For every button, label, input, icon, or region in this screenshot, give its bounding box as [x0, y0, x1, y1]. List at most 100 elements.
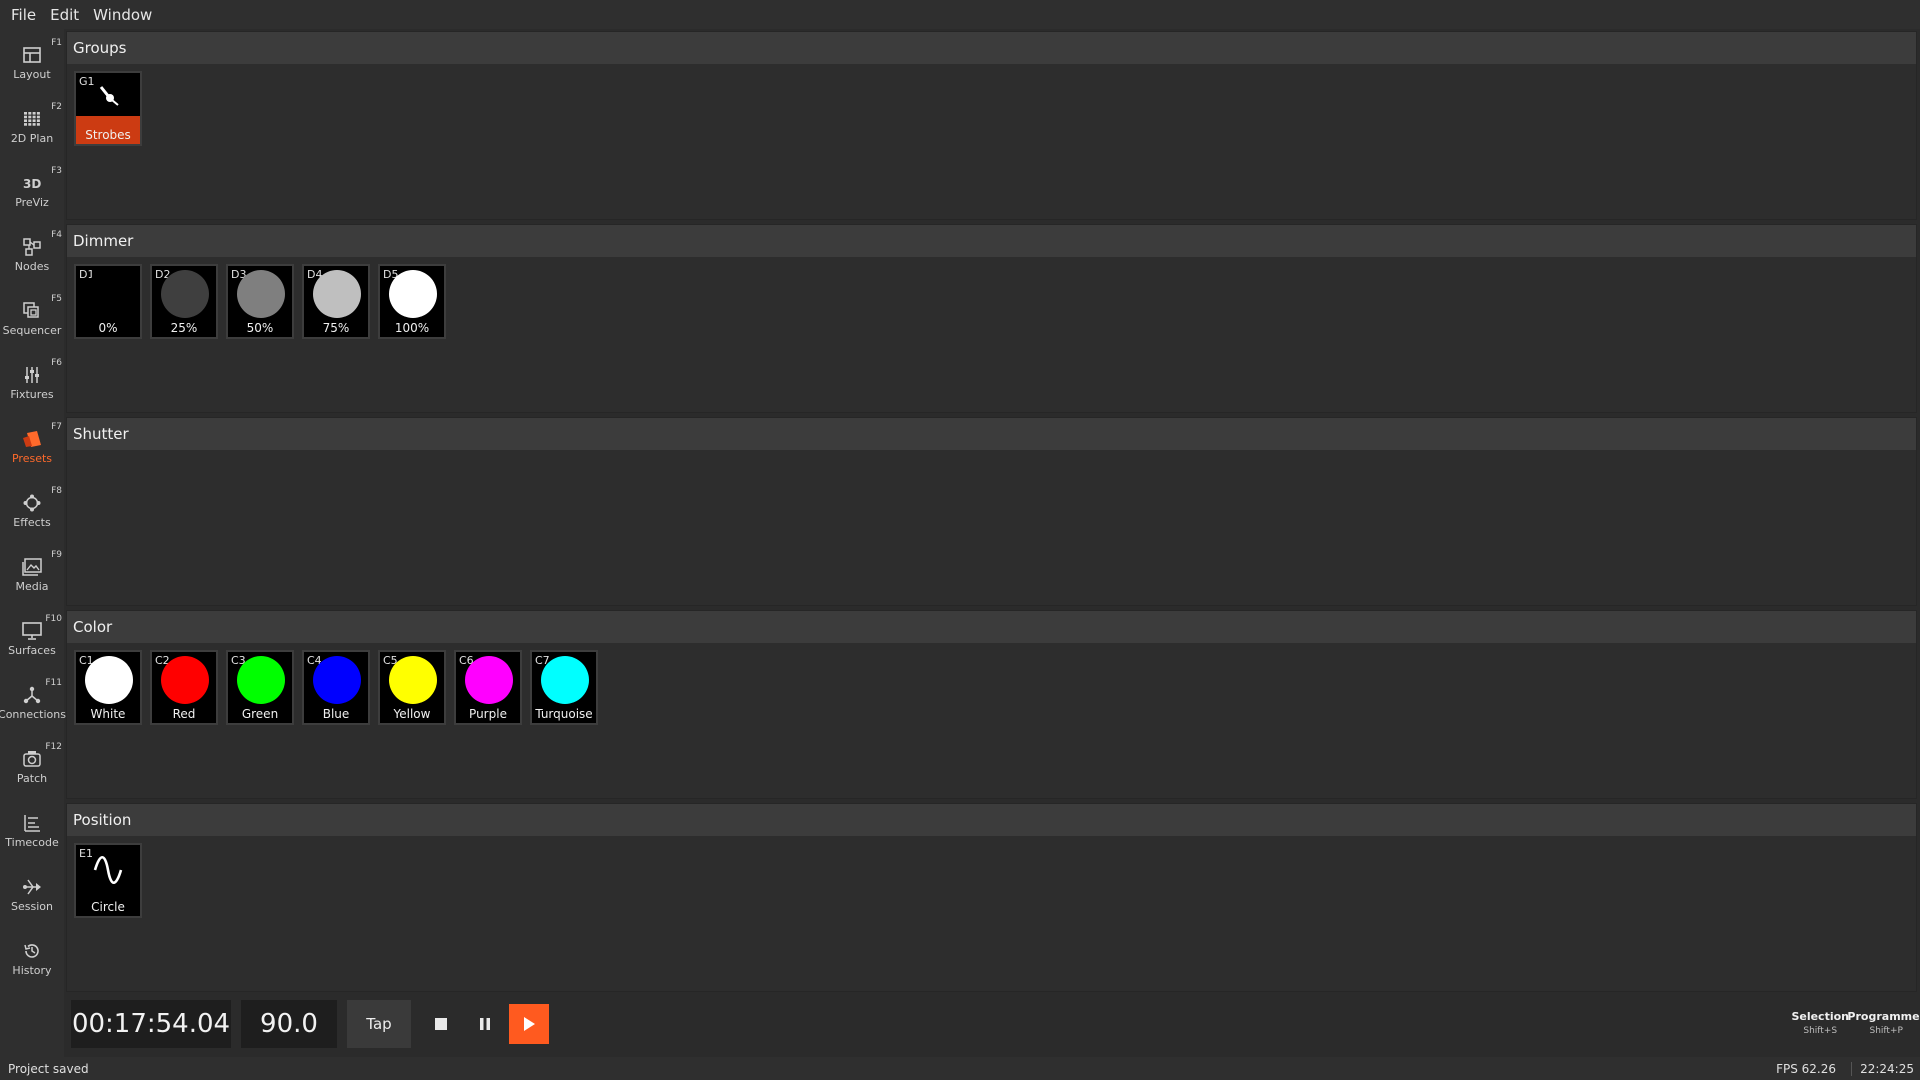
sidebar-item-timecode[interactable]: Timecode — [0, 797, 64, 861]
sidebar-item-label: Session — [11, 899, 53, 913]
sidebar-item-history[interactable]: History — [0, 925, 64, 989]
preset-tiles — [67, 450, 1916, 457]
sidebar-item-label: Surfaces — [8, 643, 56, 657]
preset-tile[interactable]: G1 Strobes — [74, 71, 142, 146]
function-key-hint: F10 — [45, 614, 62, 624]
connections-icon — [21, 684, 43, 706]
section-title: Shutter — [67, 418, 1916, 450]
function-key-hint: F9 — [51, 550, 62, 560]
tap-button[interactable]: Tap — [347, 1000, 411, 1048]
status-message: Project saved — [8, 1061, 89, 1076]
section-color: Color C1 White C2 Red C3 Green C4 Blue C5 Yellow C6… — [66, 610, 1917, 799]
bpm-display[interactable]: 90.0 — [241, 1000, 337, 1048]
preset-tile[interactable]: C6 Purple — [454, 650, 522, 725]
function-key-hint: F6 — [51, 358, 62, 368]
preset-tiles: G1 Strobes — [67, 64, 1916, 146]
preset-name: Yellow — [393, 707, 431, 721]
preset-name: Turquoise — [535, 707, 593, 721]
preset-tile[interactable]: C5 Yellow — [378, 650, 446, 725]
sidebar-item-label: History — [12, 963, 52, 977]
programmer-label: Programmer — [1847, 1010, 1920, 1023]
color-swatch — [161, 270, 209, 318]
sidebar-item-layout[interactable]: F1 Layout — [0, 29, 64, 93]
preset-tile[interactable]: D4 75% — [302, 264, 370, 339]
sidebar-item-session[interactable]: Session — [0, 861, 64, 925]
sliders-icon — [21, 364, 43, 386]
preset-tile[interactable]: C3 Green — [226, 650, 294, 725]
preset-tile[interactable]: C1 White — [74, 650, 142, 725]
sidebar-item-label: PreViz — [15, 195, 49, 209]
function-key-hint: F2 — [51, 102, 62, 112]
color-swatch — [313, 656, 361, 704]
color-swatch — [313, 270, 361, 318]
sine-wave-icon — [76, 855, 140, 889]
sidebar-item-fixtures[interactable]: F6 Fixtures — [0, 349, 64, 413]
preset-name: Purple — [469, 707, 507, 721]
fixture-icon — [76, 83, 140, 111]
preset-tiles: E1 Circle — [67, 836, 1916, 918]
menu-edit[interactable]: Edit — [43, 6, 86, 24]
section-title: Groups — [67, 32, 1916, 64]
function-key-hint: F4 — [51, 230, 62, 240]
presets-icon — [21, 428, 43, 450]
preset-tile[interactable]: C7 Turquoise — [530, 650, 598, 725]
sidebar-item-previz[interactable]: F3 3D PreViz — [0, 157, 64, 221]
preset-name: 25% — [170, 321, 198, 335]
sidebar-item-patch[interactable]: F12 Patch — [0, 733, 64, 797]
preset-name: Strobes — [85, 128, 131, 142]
color-swatch — [237, 656, 285, 704]
sidebar-item-label: Nodes — [14, 259, 50, 273]
preset-tile[interactable]: C4 Blue — [302, 650, 370, 725]
play-button[interactable] — [509, 1004, 549, 1044]
preset-tile[interactable]: C2 Red — [150, 650, 218, 725]
sidebar: F1 Layout F2 2D Plan F3 3D PreViz F4 Nodes F5 Sequ… — [0, 29, 66, 1057]
color-swatch — [389, 656, 437, 704]
selection-button[interactable]: Selection Shift+S — [1791, 1010, 1849, 1036]
sidebar-item-nodes[interactable]: F4 Nodes — [0, 221, 64, 285]
preset-tile[interactable]: D2 25% — [150, 264, 218, 339]
sidebar-item-label: Layout — [13, 67, 51, 81]
preset-name: 100% — [394, 321, 430, 335]
transport-bar: 00:17:54.04 90.0 Tap Selection Shift+S P… — [66, 994, 1920, 1054]
pause-button[interactable] — [465, 1004, 505, 1044]
sidebar-item-2d-plan[interactable]: F2 2D Plan — [0, 93, 64, 157]
selection-label: Selection — [1791, 1010, 1849, 1023]
section-title: Color — [67, 611, 1916, 643]
preset-tile[interactable]: D3 50% — [226, 264, 294, 339]
section-title: Dimmer — [67, 225, 1916, 257]
sidebar-item-label: Timecode — [5, 835, 59, 849]
color-swatch — [161, 656, 209, 704]
preset-tiles: D1 0% D2 25% D3 50% D4 75% D5 100% — [67, 257, 1916, 339]
sidebar-item-effects[interactable]: F8 Effects — [0, 477, 64, 541]
stop-button[interactable] — [421, 1004, 461, 1044]
function-key-hint: F7 — [51, 422, 62, 432]
sidebar-item-label: Connections — [0, 707, 66, 721]
sidebar-item-surfaces[interactable]: F10 Surfaces — [0, 605, 64, 669]
function-key-hint: F11 — [45, 678, 62, 688]
effects-icon — [21, 492, 43, 514]
session-icon — [21, 876, 43, 898]
function-key-hint: F8 — [51, 486, 62, 496]
nodes-icon — [21, 236, 43, 258]
sidebar-item-connections[interactable]: F11 Connections — [0, 669, 66, 733]
preset-tile[interactable]: D1 0% — [74, 264, 142, 339]
color-swatch — [389, 270, 437, 318]
sidebar-item-sequencer[interactable]: F5 Sequencer — [0, 285, 64, 349]
selection-shortcut: Shift+S — [1803, 1026, 1838, 1036]
programmer-button[interactable]: Programmer Shift+P — [1847, 1010, 1920, 1036]
sidebar-item-presets[interactable]: F7 Presets — [0, 413, 64, 477]
function-key-hint: F3 — [51, 166, 62, 176]
preset-tile[interactable]: D5 100% — [378, 264, 446, 339]
menu-bar: File Edit Window — [0, 0, 1920, 29]
monitor-icon — [21, 620, 43, 642]
clock-readout: 22:24:25 — [1851, 1061, 1914, 1076]
function-key-hint: F5 — [51, 294, 62, 304]
menu-window[interactable]: Window — [86, 6, 159, 24]
preset-name: Blue — [322, 707, 350, 721]
menu-file[interactable]: File — [4, 6, 43, 24]
sidebar-item-media[interactable]: F9 Media — [0, 541, 64, 605]
preset-tile[interactable]: E1 Circle — [74, 843, 142, 918]
sidebar-item-label: Presets — [11, 451, 53, 465]
function-key-hint: F1 — [51, 38, 62, 48]
section-shutter: Shutter — [66, 417, 1917, 606]
